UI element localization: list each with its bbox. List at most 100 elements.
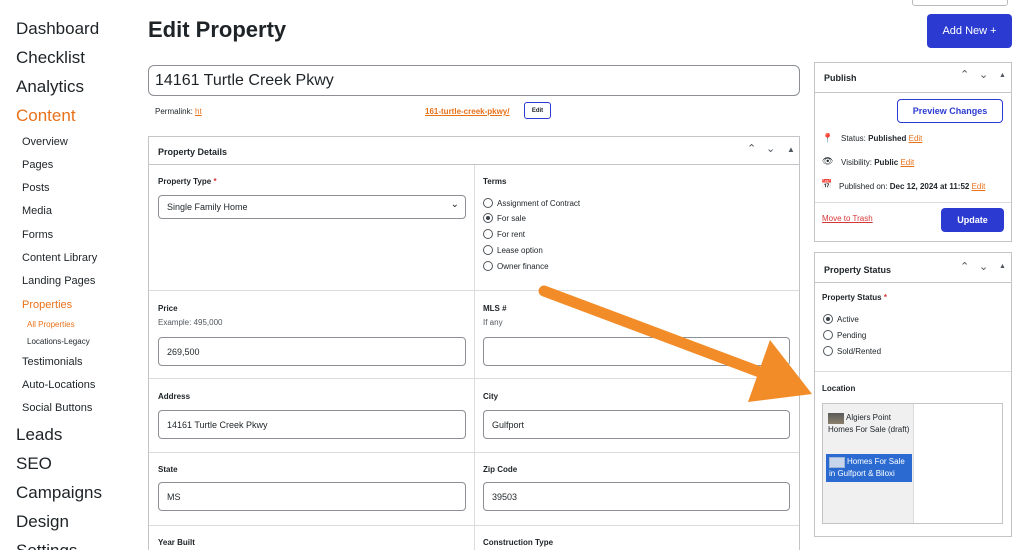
sidebar-item-campaigns[interactable]: Campaigns — [16, 483, 102, 503]
address-label: Address — [158, 392, 191, 401]
price-input[interactable]: 269,500 — [158, 337, 466, 366]
add-new-button[interactable]: Add New + — [927, 14, 1012, 48]
calendar-icon: 📅 — [821, 179, 833, 189]
location-item[interactable]: Algiers Point Homes For Sale (draft) — [826, 411, 912, 437]
published-date-row: Published on: Dec 12, 2024 at 11:52 Edit — [839, 182, 985, 191]
property-status-header: Property Status ⌃ ⌄ ▲ — [815, 253, 1011, 283]
published-label: Published on: — [839, 182, 888, 191]
mls-input[interactable] — [483, 337, 790, 366]
permalink-slug-link[interactable]: 161-turtle-creek-pkwy/ — [425, 107, 509, 116]
chevron-down-icon: ⌄ — [450, 199, 459, 210]
permalink-link-start[interactable]: ht — [195, 107, 202, 116]
sidebar-subitem-auto-locations[interactable]: Auto-Locations — [22, 379, 95, 391]
terms-option[interactable]: For rent — [483, 229, 525, 239]
sidebar-subitem-posts[interactable]: Posts — [22, 182, 50, 194]
published-edit-link[interactable]: Edit — [972, 182, 986, 191]
city-input[interactable]: Gulfport — [483, 410, 790, 439]
zip-input[interactable]: 39503 — [483, 482, 790, 511]
property-details-title: Property Details — [158, 147, 228, 157]
sidebar-subitem-landing-pages[interactable]: Landing Pages — [22, 275, 95, 287]
move-up-icon[interactable]: ⌃ — [747, 142, 756, 155]
radio-checked-icon — [483, 213, 493, 223]
preview-changes-button[interactable]: Preview Changes — [897, 99, 1003, 123]
publish-header: Publish ⌃ ⌄ ▲ — [815, 63, 1011, 93]
address-input[interactable]: 14161 Turtle Creek Pkwy — [158, 410, 466, 439]
property-type-select[interactable]: Single Family Home ⌄ — [158, 195, 466, 219]
post-title-input[interactable] — [148, 65, 800, 96]
status-option[interactable]: Active — [823, 314, 859, 324]
row-divider — [149, 525, 799, 526]
price-hint: Example: 495,000 — [158, 318, 223, 327]
row-divider — [149, 452, 799, 453]
state-input[interactable]: MS — [158, 482, 466, 511]
location-thumbnail-icon — [828, 413, 844, 424]
sidebar-subitem-content-library[interactable]: Content Library — [22, 252, 97, 264]
sidebar-item-seo[interactable]: SEO — [16, 454, 52, 474]
sidebar-subitem-forms[interactable]: Forms — [22, 229, 53, 241]
construction-type-label: Construction Type — [483, 538, 554, 547]
location-list[interactable]: Algiers Point Homes For Sale (draft) Hom… — [822, 403, 1003, 524]
terms-option[interactable]: Lease option — [483, 245, 543, 255]
location-label: Location — [822, 384, 856, 393]
status-option[interactable]: Sold/Rented — [823, 346, 881, 356]
permalink-edit-button[interactable]: Edit — [524, 102, 551, 119]
sidebar-subitem-pages[interactable]: Pages — [22, 159, 53, 171]
terms-option-label: Lease option — [497, 245, 543, 255]
location-item-selected[interactable]: Homes For Sale in Gulfport & Biloxi — [826, 454, 912, 482]
move-up-icon[interactable]: ⌃ — [960, 260, 969, 273]
price-label: Price — [158, 304, 178, 313]
sidebar-item-analytics[interactable]: Analytics — [16, 77, 84, 97]
permalink-label: Permalink: — [155, 107, 193, 116]
publish-title: Publish — [824, 73, 857, 83]
zip-label: Zip Code — [483, 465, 518, 474]
move-to-trash-link[interactable]: Move to Trash — [822, 214, 873, 223]
property-type-label: Property Type * — [158, 177, 217, 186]
collapse-icon[interactable]: ▲ — [787, 145, 795, 154]
status-edit-link[interactable]: Edit — [909, 134, 923, 143]
visibility-row: Visibility: Public Edit — [841, 158, 914, 167]
mls-hint: If any — [483, 318, 503, 327]
terms-option[interactable]: For sale — [483, 213, 526, 223]
radio-icon — [823, 330, 833, 340]
terms-label: Terms — [483, 177, 507, 186]
status-row: Status: Published Edit — [841, 134, 922, 143]
sidebar-item-design[interactable]: Design — [16, 512, 69, 532]
sidebar-subsubitem-locations-legacy[interactable]: Locations-Legacy — [27, 337, 90, 346]
property-type-value: Single Family Home — [167, 202, 248, 212]
update-button[interactable]: Update — [941, 208, 1004, 232]
status-field-label: Property Status * — [822, 293, 887, 302]
sidebar-item-checklist[interactable]: Checklist — [16, 48, 85, 68]
collapse-icon[interactable]: ▲ — [999, 263, 1006, 270]
screen-options-stub[interactable] — [912, 0, 1008, 6]
edit-property-screen: Dashboard Checklist Analytics Content Ov… — [0, 0, 1024, 550]
sidebar-item-content[interactable]: Content — [16, 106, 76, 126]
sidebar-subitem-media[interactable]: Media — [22, 205, 52, 217]
terms-option[interactable]: Owner finance — [483, 261, 549, 271]
radio-icon — [483, 261, 493, 271]
collapse-icon[interactable]: ▲ — [999, 72, 1006, 79]
sidebar-subsubitem-all-properties[interactable]: All Properties — [27, 320, 75, 329]
sidebar-item-settings[interactable]: Settings — [16, 541, 77, 550]
sidebar-item-leads[interactable]: Leads — [16, 425, 62, 445]
move-up-icon[interactable]: ⌃ — [960, 68, 969, 81]
move-down-icon[interactable]: ⌄ — [979, 260, 988, 273]
radio-icon — [483, 198, 493, 208]
status-option-label: Pending — [837, 330, 867, 340]
terms-option[interactable]: Assignment of Contract — [483, 198, 580, 208]
visibility-value: Public — [874, 158, 899, 167]
sidebar-item-dashboard[interactable]: Dashboard — [16, 19, 99, 39]
sidebar-subitem-testimonials[interactable]: Testimonials — [22, 356, 83, 368]
move-down-icon[interactable]: ⌄ — [766, 142, 775, 155]
status-option-label: Active — [837, 314, 859, 324]
sidebar-subitem-properties[interactable]: Properties — [22, 299, 72, 311]
published-value: Dec 12, 2024 at 11:52 — [889, 182, 970, 191]
sidebar-subitem-overview[interactable]: Overview — [22, 136, 68, 148]
status-option-label: Sold/Rented — [837, 346, 882, 356]
move-down-icon[interactable]: ⌄ — [979, 68, 988, 81]
year-built-label: Year Built — [158, 538, 195, 547]
state-label: State — [158, 465, 178, 474]
sidebar: Dashboard Checklist Analytics Content Ov… — [0, 0, 130, 550]
status-option[interactable]: Pending — [823, 330, 866, 340]
visibility-edit-link[interactable]: Edit — [900, 158, 914, 167]
sidebar-subitem-social-buttons[interactable]: Social Buttons — [22, 402, 92, 414]
